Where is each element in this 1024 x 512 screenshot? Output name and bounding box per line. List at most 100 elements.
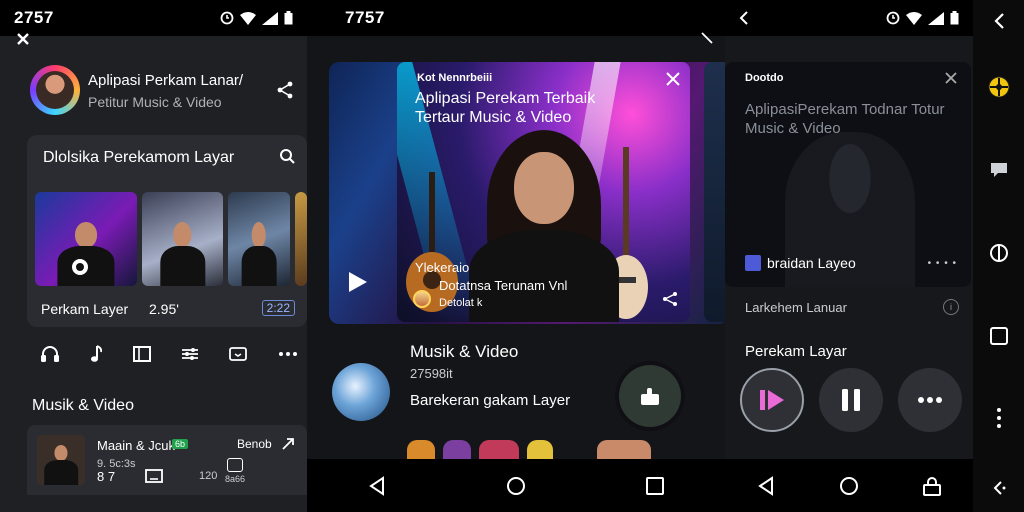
duration-badge: 2:22 [261,300,295,316]
card-line: Dotatnsa Terunam Vnl [439,278,568,293]
playback-controls [740,368,962,432]
share-icon[interactable] [662,292,678,306]
play-button[interactable] [740,368,804,432]
album-thumbnail[interactable] [332,363,390,421]
card-title: AplipasiPerekam Todnar Totur Music & Vid… [745,101,945,137]
close-icon[interactable] [945,72,957,84]
list-item[interactable]: Maain & Jcuk 6b 9. 5c:3s 8 7 120 Benob 8… [27,425,307,495]
more-horizontal-icon [917,396,943,404]
avatar[interactable] [30,65,80,115]
item-title: Maain & Jcuk [97,438,176,453]
resize-icon[interactable] [701,32,713,44]
nav-bar [725,459,973,512]
share-icon[interactable] [276,81,294,99]
artist-photo [469,130,619,322]
more-vertical-icon[interactable] [986,405,1012,431]
status-bar: 2757 [0,0,307,36]
contrast-icon[interactable] [986,240,1012,266]
pause-icon [840,387,862,413]
cast-icon[interactable] [228,346,248,362]
item-thumbnail [37,435,85,485]
status-icons [886,11,959,25]
card-label: Kot Nennrbeiii [417,72,493,84]
recents-icon[interactable] [635,466,675,506]
card-footer-count: 2.95' [149,301,179,317]
home-icon[interactable] [829,466,869,506]
next-card-peek[interactable] [704,62,725,322]
status-icons [220,11,293,25]
video-thumbnail[interactable] [295,192,307,286]
signal-icon [928,11,944,25]
caption-icon [227,458,243,472]
chevron-left-icon[interactable] [986,8,1012,34]
recordings-card[interactable]: Dlolsika Perekamom Layar Perkam Layer 2.… [27,135,307,327]
more-button[interactable] [898,368,962,432]
home-icon[interactable] [496,466,536,506]
side-toolbar [973,0,1024,512]
wifi-icon [240,11,256,25]
chat-icon[interactable] [986,157,1012,183]
battery-icon [950,11,959,25]
screen-left: 2757 Aplipasi Perkam Lanar/ Petitur Musi… [0,0,307,512]
app-subtitle: Petitur Music & Video [88,94,222,110]
screen-icon[interactable] [133,346,152,362]
screen-middle: 7757 Kot Nennrbeiii Aplipasi Perekam Ter… [307,0,725,512]
chevron-left-icon[interactable] [739,11,749,25]
status-clock: 2757 [14,8,54,27]
card-label: Dootdo [745,72,784,84]
wifi-icon [906,11,922,25]
video-thumbnail[interactable] [35,192,137,286]
record-icon [72,259,88,275]
signal-icon [262,11,278,25]
alarm-icon [886,11,900,25]
flag-icon [745,255,761,271]
equalizer-icon[interactable] [181,346,199,362]
row-label: Larkehem Lanuar [745,300,847,315]
headphones-icon[interactable] [40,345,60,363]
square-icon[interactable] [986,323,1012,349]
info-icon[interactable]: i [943,299,959,315]
back-icon[interactable] [746,466,786,506]
card-footer-label: Perkam Layer [41,301,129,317]
more-horizontal-icon[interactable] [278,351,298,357]
card-line: Ylekeraio [415,260,470,275]
app-title: Aplipasi Perkam Lanar/ [88,72,244,89]
featured-card[interactable]: Kot Nennrbeiii Aplipasi Perekam Terbaik … [397,62,690,322]
palette-icon[interactable] [986,74,1012,100]
preview-card[interactable]: Dootdo AplipasiPerekam Todnar Totur Musi… [725,62,971,287]
thumbs-up-icon [639,385,661,407]
item-badge: 6b [172,439,189,449]
action-bar [40,340,298,368]
back-icon[interactable] [357,466,397,506]
lock-icon[interactable] [912,466,952,506]
video-thumbnail[interactable] [142,192,223,286]
close-icon[interactable] [666,72,680,86]
more-horizontal-icon[interactable]: • • • • [928,258,957,269]
item-meta: 8 7 [97,469,116,484]
card-title: Aplipasi Perekam Terbaik Tertaur Music &… [415,90,596,126]
music-note-icon[interactable] [90,345,104,363]
video-thumbnail[interactable] [228,192,290,286]
item-side-label: Benob [237,437,272,451]
like-button[interactable] [619,365,681,427]
expand-icon[interactable] [986,475,1012,501]
item-title: Barekeran gakam Layer [410,392,571,409]
search-icon[interactable] [279,148,295,164]
screen-icon [145,469,163,483]
avatar [413,290,431,308]
app-header: Aplipasi Perkam Lanar/ Petitur Music & V… [30,65,300,119]
section-title: Perekam Layar [745,343,847,360]
card-line: Detolat k [439,297,483,309]
alarm-icon [220,11,234,25]
pause-button[interactable] [819,368,883,432]
item-side-small: 8a66 [225,474,246,484]
play-icon[interactable] [347,270,369,294]
close-icon[interactable] [16,32,30,46]
item-meta: 27598it [410,366,453,381]
card-title: Dlolsika Perekamom Layar [43,149,235,166]
carousel-peek [407,440,651,460]
share-icon[interactable] [281,437,295,451]
status-bar [725,0,973,36]
status-clock: 7757 [345,8,385,27]
section-title: Musik & Video [32,397,134,414]
